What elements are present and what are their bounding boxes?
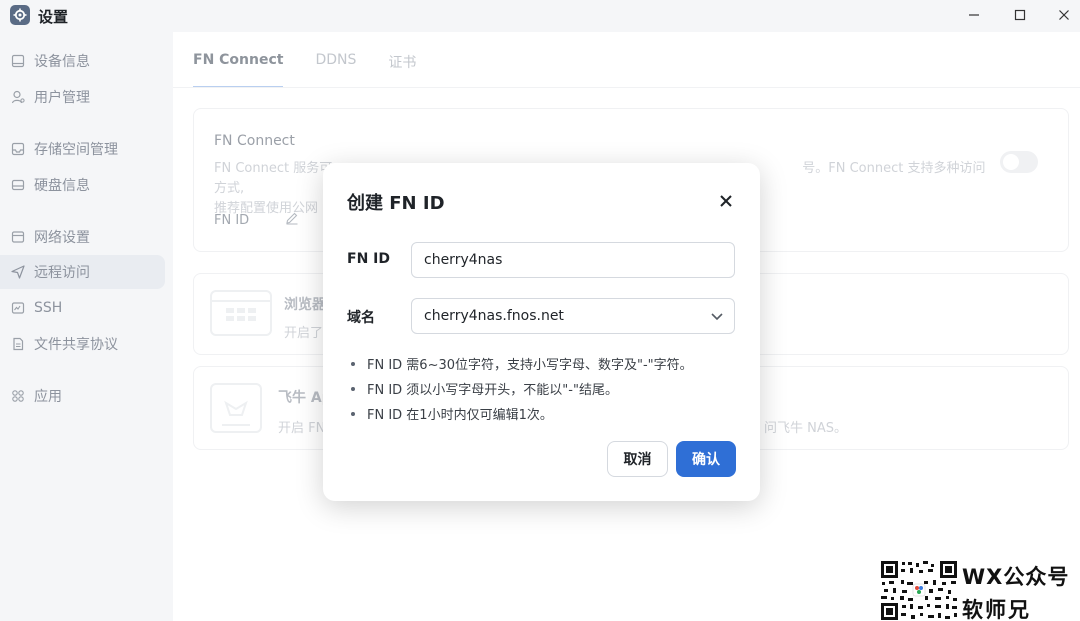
fnid-row: FN ID (214, 211, 299, 229)
sidebar-item-remote-access[interactable]: 远程访问 (0, 255, 165, 289)
feiniu-card-description: 开启 FN (278, 421, 326, 436)
sidebar-item-label: 存储空间管理 (34, 142, 118, 158)
sidebar-item-label: 文件共享协议 (34, 337, 118, 353)
settings-gear-icon (10, 5, 30, 25)
confirm-button[interactable]: 确认 (676, 441, 736, 477)
sidebar-item-label: 用户管理 (34, 90, 90, 106)
feiniu-app-icon (210, 383, 262, 433)
sidebar-item-ssh[interactable]: SSH (0, 291, 165, 325)
sidebar-item-label: 设备信息 (34, 54, 90, 70)
sidebar-item-label: 网络设置 (34, 230, 90, 246)
list-item: FN ID 需6~30位字符，支持小写字母、数字及"-"字符。 (351, 351, 693, 376)
tab-divider (173, 87, 1080, 88)
sidebar-item-network[interactable]: 网络设置 (0, 220, 165, 254)
domain-field-label: 域名 (347, 310, 375, 326)
cancel-button[interactable]: 取消 (607, 441, 668, 477)
edit-icon[interactable] (285, 211, 299, 229)
title-bar: 设置 (0, 0, 1080, 32)
fnid-input-value: cherry4nas (424, 252, 503, 268)
browser-card-description: 开启了 (284, 326, 324, 341)
browser-card-title: 浏览器 (284, 297, 326, 313)
domain-select[interactable]: cherry4nas.fnos.net (411, 298, 735, 334)
document-icon (10, 336, 26, 352)
fn-connect-title: FN Connect (214, 133, 295, 149)
sidebar-item-apps[interactable]: 应用 (0, 379, 165, 413)
network-icon (10, 229, 26, 245)
domain-select-value: cherry4nas.fnos.net (424, 308, 564, 324)
sidebar-item-file-sharing[interactable]: 文件共享协议 (0, 327, 165, 361)
watermark: WX公众号 软师兄 (880, 560, 1080, 621)
watermark-line1: WX公众号 (962, 565, 1070, 589)
sidebar-item-storage[interactable]: 存储空间管理 (0, 132, 165, 166)
fnid-label: FN ID (214, 212, 250, 228)
fnid-field-label: FN ID (347, 251, 390, 267)
sidebar-item-user-management[interactable]: 用户管理 (0, 80, 165, 114)
browser-icon (210, 290, 272, 336)
maximize-button[interactable] (1008, 4, 1032, 26)
list-item: FN ID 须以小写字母开头，不能以"-"结尾。 (351, 376, 693, 401)
sidebar-item-label: 硬盘信息 (34, 178, 90, 194)
send-icon (10, 264, 26, 280)
create-fnid-dialog: 创建 FN ID FN ID cherry4nas 域名 cherry4nas.… (323, 163, 760, 501)
device-icon (10, 53, 26, 69)
user-icon (10, 89, 26, 105)
fnid-rules-list: FN ID 需6~30位字符，支持小写字母、数字及"-"字符。 FN ID 须以… (351, 351, 693, 426)
minimize-button[interactable] (962, 4, 986, 26)
close-icon[interactable] (716, 191, 736, 211)
tab-ddns[interactable]: DDNS (315, 52, 356, 88)
sidebar: 设备信息 用户管理 存储空间管理 硬盘信息 网络设置 远程访问 SSH 文件共享… (0, 32, 173, 621)
fn-connect-toggle[interactable] (1000, 151, 1038, 173)
sidebar-item-device-info[interactable]: 设备信息 (0, 44, 165, 78)
list-item: FN ID 在1小时内仅可编辑1次。 (351, 401, 693, 426)
qr-code-icon (880, 560, 958, 621)
description-left: FN Connect 服务可 (214, 161, 333, 176)
tab-fn-connect[interactable]: FN Connect (193, 52, 284, 88)
close-window-button[interactable] (1052, 4, 1076, 26)
sidebar-item-label: 远程访问 (34, 265, 90, 281)
terminal-icon (10, 300, 26, 316)
disk-icon (10, 177, 26, 193)
sidebar-item-disk-info[interactable]: 硬盘信息 (0, 168, 165, 202)
tab-certificate[interactable]: 证书 (388, 52, 416, 88)
window-title: 设置 (38, 8, 69, 26)
apps-icon (10, 388, 26, 404)
dialog-title: 创建 FN ID (347, 193, 445, 214)
watermark-line2: 软师兄 (962, 598, 1031, 621)
sidebar-item-label: 应用 (34, 389, 62, 405)
chevron-down-icon (710, 309, 724, 323)
tab-bar: FN Connect DDNS 证书 (193, 52, 448, 88)
sidebar-item-label: SSH (34, 300, 63, 316)
fnid-input[interactable]: cherry4nas (411, 242, 735, 278)
storage-icon (10, 141, 26, 157)
feiniu-card-description-tail: 问飞牛 NAS。 (764, 421, 848, 436)
